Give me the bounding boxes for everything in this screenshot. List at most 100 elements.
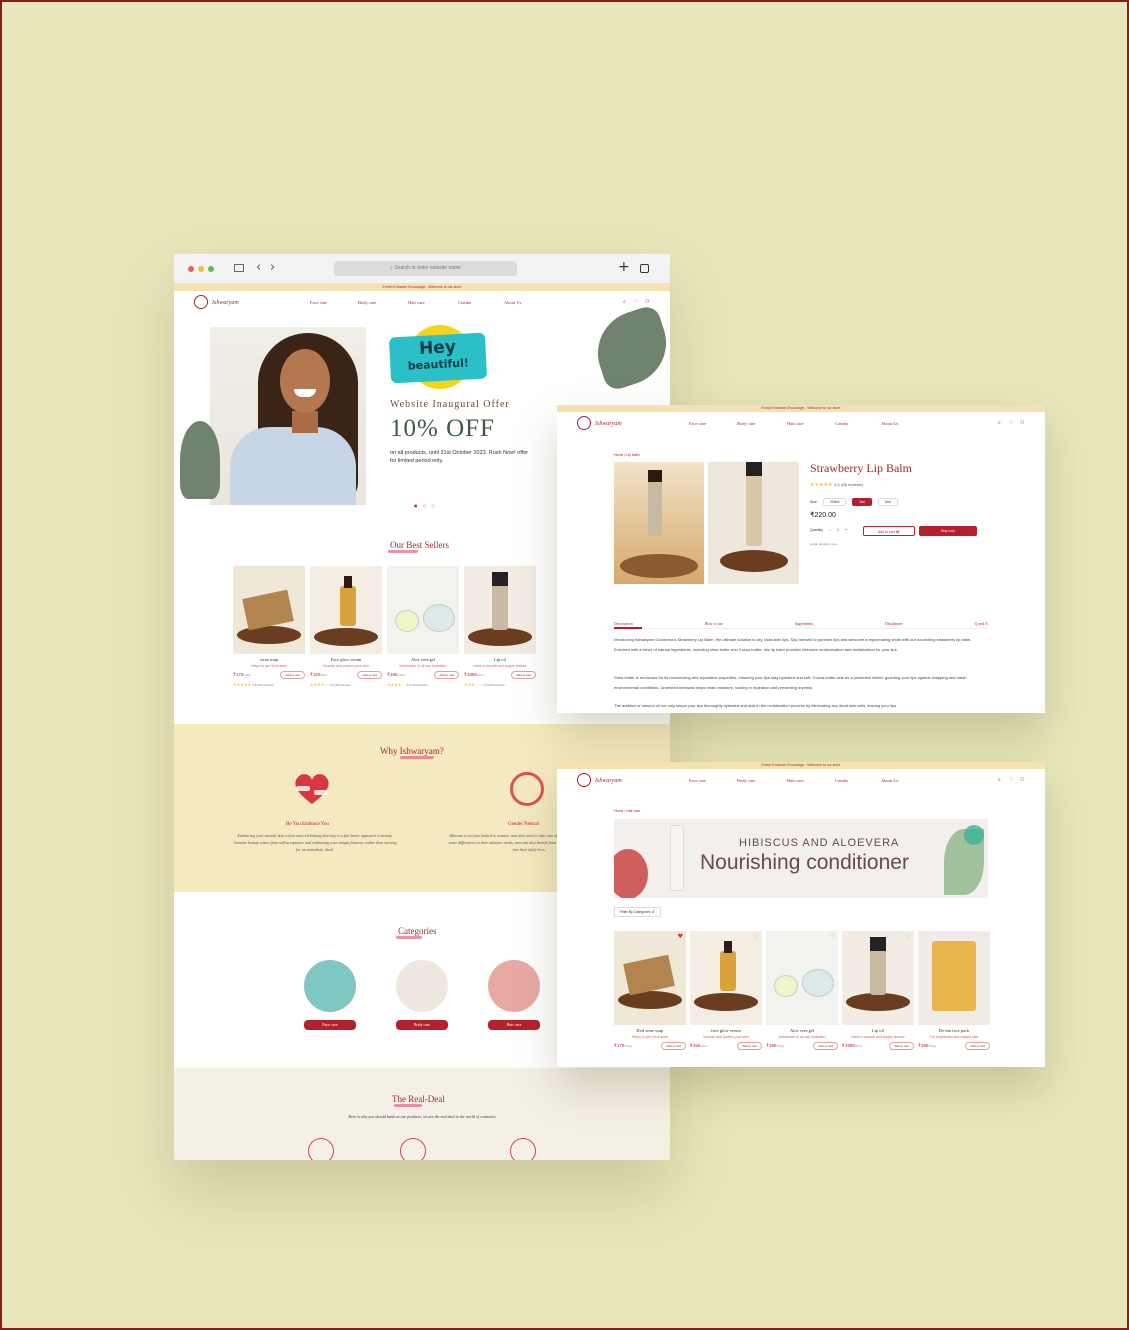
category-button-hair-care[interactable]: Hair care [488,1020,540,1030]
logo-icon[interactable] [194,295,208,309]
nav-body-care[interactable]: Body care [358,300,376,305]
product-card[interactable]: ♥ Red wine soap Helps to get rid of acne… [614,931,686,1050]
product-image[interactable]: ♡ [766,931,838,1025]
tab-description[interactable]: Description [614,621,633,626]
product-image[interactable]: ♡ [918,931,990,1025]
product-card[interactable]: wine soap Helps to get rid of acne ₹170/… [233,566,305,687]
add-to-cart-button[interactable]: Add to cart [511,671,536,679]
search-icon[interactable]: ⌕ [998,777,1001,783]
carousel-dots[interactable]: ● ○ ○ [414,503,437,508]
breadcrumb[interactable]: Home / Lip balm [614,453,639,457]
user-icon[interactable]: ⚇ [1020,777,1024,783]
nav-face-care[interactable]: Face care [310,300,327,305]
user-icon[interactable]: ⚇ [645,299,649,305]
product-card[interactable]: Aloe vera gel Moisturiser & all day hydr… [387,566,459,687]
logo-icon[interactable] [577,416,591,430]
category-image-face-care[interactable] [304,960,356,1012]
maximize-window-button[interactable] [208,266,214,272]
add-to-cart-button[interactable]: Add to cart [280,671,305,679]
nav-hair-care[interactable]: Hair care [787,421,804,426]
best-sellers-title: Our Best Sellers [390,540,449,550]
nav-body-care[interactable]: Body care [737,421,755,426]
nav-combo[interactable]: Combo [835,421,848,426]
add-to-cart-button[interactable]: Add to cart 🛒︎ [863,526,915,536]
heart-icon[interactable]: ♡ [906,933,911,940]
product-image[interactable] [233,566,305,654]
nav-combo[interactable]: Combo [458,300,471,305]
forward-arrow-icon[interactable]: › [270,260,275,275]
product-desc: Have a smooth and supple texture [473,664,527,668]
add-to-cart-button[interactable]: Add to cart [889,1042,914,1050]
real-deal-subtitle: Here is why you should bank on our produ… [348,1114,496,1119]
product-image[interactable]: ♡ [842,931,914,1025]
heart-icon[interactable]: ♡ [1009,777,1013,783]
tab-how-to-use[interactable]: How to use [705,621,723,626]
add-to-cart-button[interactable]: Add to cart [434,671,459,679]
quantity-stepper[interactable]: Quantity – 1 + [810,528,847,532]
product-card[interactable]: Lip oil Have a smooth and supple texture… [464,566,536,687]
leaf-illustration [180,421,220,499]
search-icon[interactable]: ⌕ [998,420,1001,426]
category-image-hair-care[interactable] [488,960,540,1012]
add-to-cart-button[interactable]: Add to cart [965,1042,990,1050]
category-button-face-care[interactable]: Face care [304,1020,356,1030]
tab-disclaimer[interactable]: Disclaimer [885,621,903,626]
product-gallery-image-2[interactable] [708,462,799,584]
back-arrow-icon[interactable]: ‹ [256,260,261,275]
add-to-cart-button[interactable]: Add to cart [737,1042,762,1050]
search-icon[interactable]: ⌕ [623,299,626,305]
product-price: ₹170/100g [614,1043,632,1048]
product-card[interactable]: ♡ Aloe vera gel Moisturiser & all day hy… [766,931,838,1050]
nav-face-care[interactable]: Face care [689,778,706,783]
heart-icon[interactable]: ♡ [1009,420,1013,426]
size-option-selected[interactable]: 2ml [852,498,872,506]
add-to-cart-button[interactable]: Add to cart [661,1042,686,1050]
user-icon[interactable]: ⚇ [1020,420,1024,426]
add-to-cart-button[interactable]: Add to cart [357,671,382,679]
tab-overview-icon[interactable] [640,264,649,273]
heart-icon[interactable]: ♡ [754,933,759,940]
nav-combo[interactable]: Combo [835,778,848,783]
heart-icon[interactable]: ♡ [830,933,835,940]
buy-now-button[interactable]: Buy now [919,526,977,536]
nav-face-care[interactable]: Face care [689,421,706,426]
tab-q-and-a[interactable]: Q and A [975,621,988,626]
size-option[interactable]: 200ml [822,498,847,506]
heart-filled-icon[interactable]: ♥ [678,933,683,940]
quantity-value[interactable]: 1 [837,528,839,532]
nav-about-us[interactable]: About Us [881,778,898,783]
decrement-icon[interactable]: – [829,528,831,532]
heart-icon[interactable]: ♡ [982,933,987,940]
product-image[interactable]: ♡ [690,931,762,1025]
nav-about-us[interactable]: About Us [881,421,898,426]
category-image-body-care[interactable] [396,960,448,1012]
minimize-window-button[interactable] [198,266,204,272]
filter-dropdown[interactable]: Filter By Categories ⇵ [614,907,661,917]
product-gallery-image-1[interactable] [614,462,704,584]
close-window-button[interactable] [188,266,194,272]
heart-icon[interactable]: ♡ [634,299,638,305]
product-image[interactable] [387,566,459,654]
breadcrumb[interactable]: Home / Hair care [614,809,640,813]
category-button-body-care[interactable]: Body care [396,1020,448,1030]
nav-hair-care[interactable]: Hair care [408,300,425,305]
product-image[interactable] [310,566,382,654]
product-image[interactable] [464,566,536,654]
sidebar-toggle-icon[interactable] [234,264,244,272]
product-card[interactable]: ♡ face glow serum Nourish and protect yo… [690,931,762,1050]
size-option[interactable]: 5ml [878,498,898,506]
nav-about-us[interactable]: About Us [504,300,521,305]
product-card[interactable]: ♡ De-tan face pack For brightened and ra… [918,931,990,1050]
nav-hair-care[interactable]: Hair care [787,778,804,783]
address-bar[interactable]: ⌕ Search or enter website name [334,261,517,276]
new-tab-icon[interactable]: + [618,259,630,275]
product-image[interactable]: ♥ [614,931,686,1025]
tab-ingredients[interactable]: Ingredients [795,621,813,626]
promo-banner[interactable]: HIBISCUS AND ALOEVERA Nourishing conditi… [614,819,988,898]
increment-icon[interactable]: + [845,528,847,532]
product-card[interactable]: ♡ Lip oil Have a smooth and supple textu… [842,931,914,1050]
logo-icon[interactable] [577,773,591,787]
nav-body-care[interactable]: Body care [737,778,755,783]
product-card[interactable]: Face glow serum Nourish and protect your… [310,566,382,687]
add-to-cart-button[interactable]: Add to cart [813,1042,838,1050]
